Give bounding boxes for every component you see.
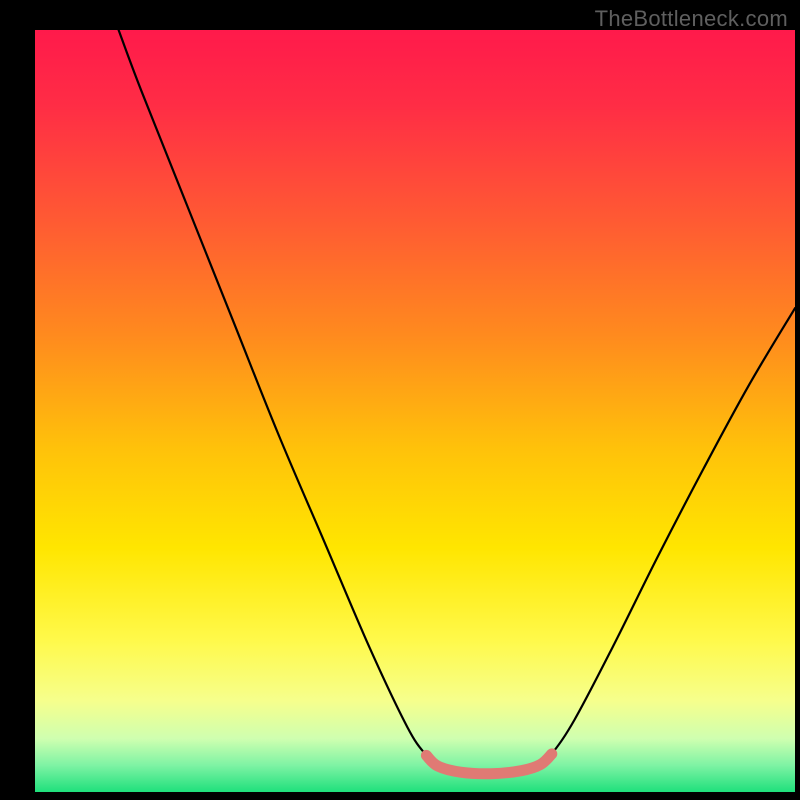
chart-frame: TheBottleneck.com (0, 0, 800, 800)
watermark-text: TheBottleneck.com (595, 6, 788, 32)
bottleneck-chart (0, 0, 800, 800)
chart-background (35, 30, 795, 792)
